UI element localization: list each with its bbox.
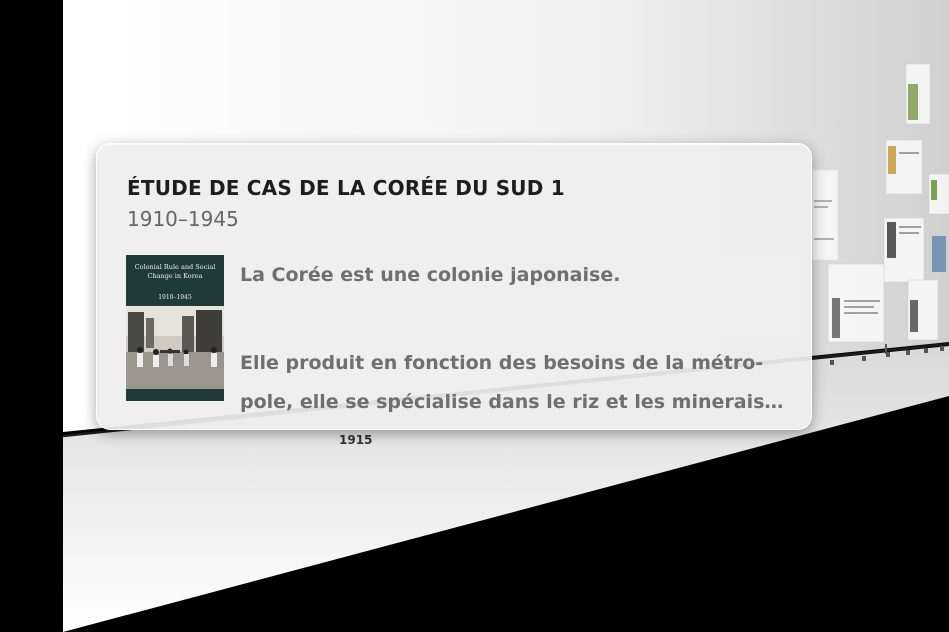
book-cover-photo	[126, 306, 224, 389]
event-text-line-2a: Elle produit en fonction des besoins de …	[240, 352, 764, 374]
event-title: ÉTUDE DE CAS DE LA CORÉE DU SUD 1	[127, 176, 565, 200]
timeline-stage: 1915 ÉTUDE DE CAS DE LA CORÉE DU SUD 1 1…	[0, 0, 949, 632]
book-cover-dates: 1910–1945	[158, 294, 192, 301]
year-tick-label: 1915	[339, 433, 372, 447]
event-text-line-2b: pole, elle se spécialise dans le riz et …	[240, 391, 784, 413]
event-dates: 1910–1945	[127, 207, 239, 231]
event-text-line-1: La Corée est une colonie japonaise.	[240, 264, 621, 286]
book-cover-title: Colonial Rule and Social Change in Korea	[134, 263, 216, 280]
book-cover-footer	[126, 389, 224, 401]
book-cover-image: Colonial Rule and Social Change in Korea…	[126, 255, 224, 401]
event-text-paragraph: Elle produit en fonction des besoins de …	[240, 344, 800, 422]
book-cover-header: Colonial Rule and Social Change in Korea…	[126, 255, 224, 306]
event-detail-popover[interactable]: ÉTUDE DE CAS DE LA CORÉE DU SUD 1 1910–1…	[96, 143, 812, 430]
